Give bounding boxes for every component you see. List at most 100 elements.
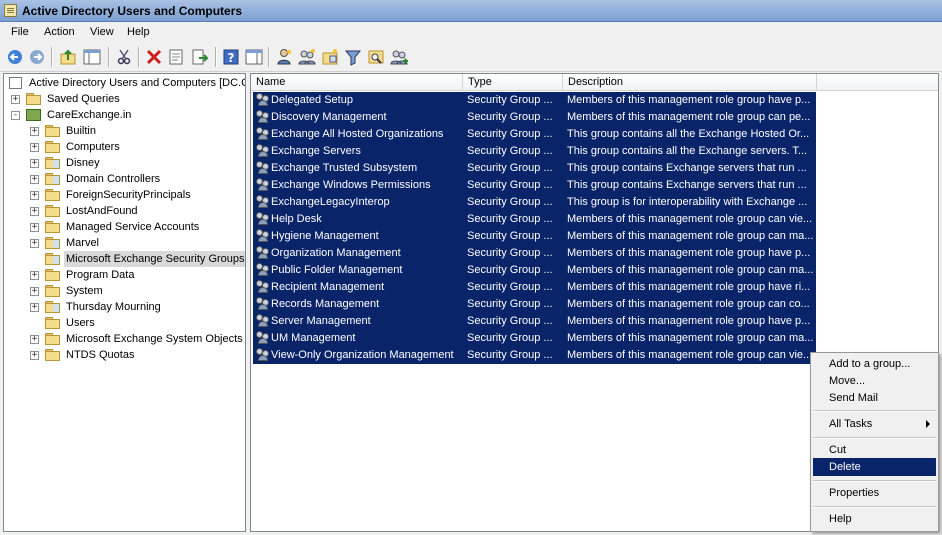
expand-icon[interactable]: + [30,159,39,168]
folder-icon [45,349,60,361]
forward-icon[interactable] [28,48,46,66]
menu-delete[interactable]: Delete [813,458,936,476]
group-type: Security Group ... [467,264,553,276]
organizational-unit-icon [45,301,60,313]
table-row[interactable]: Delegated Setup Security Group ... Members… [253,92,816,109]
new-user-icon[interactable] [275,48,293,66]
menu-cut[interactable]: Cut [813,441,936,459]
column-header-name[interactable]: Name [251,74,463,91]
menu-file[interactable]: File [11,26,29,38]
properties-icon[interactable] [167,48,185,66]
tree-item-label: Microsoft Exchange Security Groups [64,251,245,267]
filter-icon[interactable] [344,48,362,66]
folder-icon [45,205,60,217]
new-group-icon[interactable] [298,48,316,66]
tree-item-label: Domain Controllers [66,173,161,185]
menu-all-tasks[interactable]: All Tasks [813,415,936,433]
show-action-pane-icon[interactable] [245,48,263,66]
tree-item-label: NTDS Quotas [66,349,135,361]
table-row[interactable]: Public Folder Management Security Group .… [253,262,816,279]
group-description: Members of this management role group ca… [567,332,814,344]
expand-icon[interactable]: + [30,191,39,200]
security-group-icon [255,347,271,362]
table-row[interactable]: UM Management Security Group ... Members o… [253,330,816,347]
table-row[interactable]: View-Only Organization Management Securit… [253,347,816,364]
menu-view[interactable]: View [90,26,114,38]
new-ou-icon[interactable] [321,48,339,66]
menu-action[interactable]: Action [44,26,75,38]
organizational-unit-icon [45,157,60,169]
expand-icon[interactable]: + [30,271,39,280]
menu-all-tasks-label: All Tasks [829,418,873,430]
group-type: Security Group ... [467,298,553,310]
menu-help[interactable]: Help [127,26,150,38]
toolbar: ? [0,42,942,72]
group-name: Exchange Servers [271,145,361,157]
menu-send-mail[interactable]: Send Mail [813,389,936,407]
delete-icon[interactable] [145,48,163,66]
show-hide-console-tree-icon[interactable] [83,48,101,66]
menu-help[interactable]: Help [813,510,936,528]
group-description: Members of this management role group ha… [567,247,811,259]
table-row[interactable]: ExchangeLegacyInterop Security Group ... T… [253,194,816,211]
context-menu: Add to a group... Move... Send Mail All … [810,352,939,532]
expand-icon[interactable]: + [30,239,39,248]
security-group-icon [255,160,271,175]
expand-icon[interactable]: + [30,223,39,232]
group-type: Security Group ... [467,111,553,123]
find-icon[interactable] [367,48,385,66]
up-level-icon[interactable] [59,48,77,66]
expand-icon[interactable]: + [30,287,39,296]
expand-icon[interactable]: + [30,351,39,360]
group-name: ExchangeLegacyInterop [271,196,390,208]
table-row[interactable]: Organization Management Security Group ..… [253,245,816,262]
organizational-unit-icon [45,173,60,185]
group-description: Members of this management role group ca… [567,111,811,123]
column-header-description[interactable]: Description [563,74,817,91]
add-to-group-icon[interactable] [390,48,408,66]
group-name: Exchange All Hosted Organizations [271,128,444,140]
menu-separator [813,410,936,412]
group-description: Members of this management role group ha… [567,281,811,293]
tree-item-label: Microsoft Exchange System Objects [66,333,243,345]
folder-icon [45,333,60,345]
expand-icon[interactable]: + [30,207,39,216]
table-row[interactable]: Exchange Trusted Subsystem Security Group… [253,160,816,177]
column-header-type[interactable]: Type [463,74,563,91]
group-type: Security Group ... [467,349,553,361]
expand-icon[interactable]: + [30,143,39,152]
back-icon[interactable] [6,48,24,66]
expand-icon[interactable]: + [30,127,39,136]
expand-icon[interactable]: + [30,335,39,344]
table-row[interactable]: Discovery Management Security Group ... Me… [253,109,816,126]
export-list-icon[interactable] [191,48,209,66]
directory-icon [9,77,22,89]
group-description: This group contains Exchange servers tha… [567,162,807,174]
security-group-icon [255,92,271,107]
security-group-icon [255,109,271,124]
group-description: This group contains all the Exchange ser… [567,145,808,157]
console-tree[interactable]: Active Directory Users and Computers [DC… [3,73,246,532]
group-description: This group contains all the Exchange Hos… [567,128,810,140]
table-row[interactable]: Server Management Security Group ... Membe… [253,313,816,330]
table-row[interactable]: Recipient Management Security Group ... Me… [253,279,816,296]
toolbar-separator [215,47,217,67]
expand-icon[interactable]: + [30,303,39,312]
menu-add-to-group[interactable]: Add to a group... [813,355,936,373]
table-row[interactable]: Hygiene Management Security Group ... Memb… [253,228,816,245]
table-row[interactable]: Exchange Windows Permissions Security Gro… [253,177,816,194]
table-row[interactable]: Exchange Servers Security Group ... This g… [253,143,816,160]
table-row[interactable]: Records Management Security Group ... Memb… [253,296,816,313]
menu-properties[interactable]: Properties [813,484,936,502]
table-row[interactable]: Help Desk Security Group ... Members of th… [253,211,816,228]
help-icon[interactable]: ? [222,48,240,66]
menu-move[interactable]: Move... [813,372,936,390]
tree-item-label: Builtin [66,125,96,137]
cut-icon[interactable] [115,48,133,66]
organizational-unit-icon [45,237,60,249]
table-row[interactable]: Exchange All Hosted Organizations Securit… [253,126,816,143]
expand-icon[interactable]: + [30,175,39,184]
expand-icon[interactable]: + [11,95,20,104]
collapse-icon[interactable]: - [11,111,20,120]
tree-item-label: Saved Queries [47,93,120,105]
